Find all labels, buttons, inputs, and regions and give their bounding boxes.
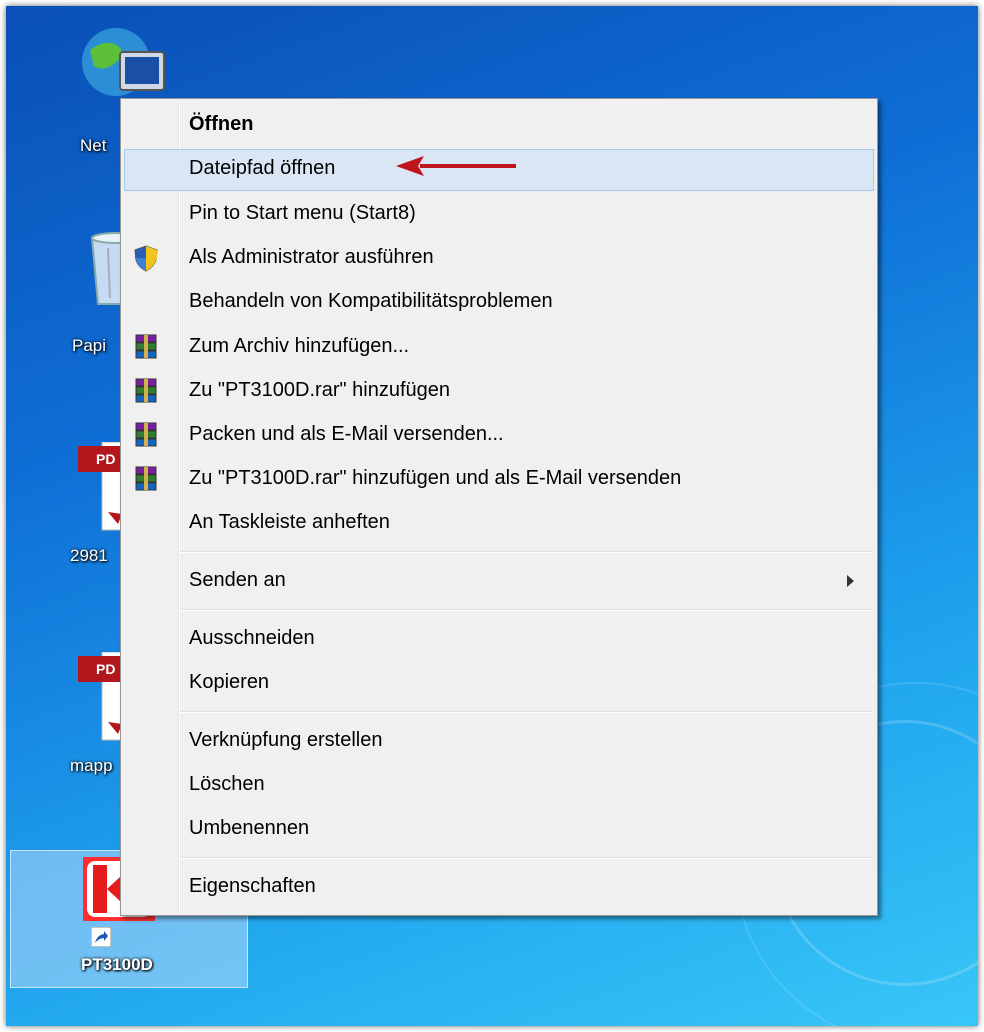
menu-item-label: Dateipfad öffnen [189, 157, 336, 179]
desktop-icon-label: Papi [72, 336, 107, 355]
menu-item-label: Eigenschaften [189, 875, 316, 897]
menu-item-label: Zum Archiv hinzufügen... [189, 335, 410, 357]
menu-item-label: Ausschneiden [189, 627, 315, 649]
menu-item-label: Zu "PT3100D.rar" hinzufügen [189, 379, 451, 401]
pdf-badge-text: PD [96, 661, 116, 677]
menu-item-label: Öffnen [189, 113, 254, 135]
menu-item-open[interactable]: Öffnen [124, 105, 874, 145]
menu-item-label: Als Administrator ausführen [189, 246, 434, 268]
menu-item-delete[interactable]: Löschen [124, 765, 874, 805]
menu-separator [180, 551, 872, 553]
winrar-icon [135, 466, 157, 491]
menu-item-pin-to-start[interactable]: Pin to Start menu (Start8) [124, 194, 874, 234]
menu-item-pin-to-taskbar[interactable]: An Taskleiste anheften [124, 503, 874, 543]
menu-item-label: An Taskleiste anheften [189, 511, 390, 533]
winrar-icon [135, 422, 157, 447]
menu-item-label: Senden an [189, 569, 286, 591]
menu-item-label: Pin to Start menu (Start8) [189, 202, 416, 224]
menu-separator [180, 711, 872, 713]
menu-item-label: Umbenennen [189, 817, 310, 839]
menu-item-cut[interactable]: Ausschneiden [124, 619, 874, 659]
desktop-icon-label: Net [80, 136, 107, 155]
menu-item-label: Verknüpfung erstellen [189, 729, 383, 751]
menu-item-rename[interactable]: Umbenennen [124, 809, 874, 849]
menu-separator [180, 609, 872, 611]
winrar-icon [135, 378, 157, 403]
menu-item-run-as-admin[interactable]: Als Administrator ausführen [124, 238, 874, 278]
menu-separator [180, 857, 872, 859]
shortcut-arrow-icon [91, 927, 111, 947]
context-menu: Öffnen Dateipfad öffnen Pin to Start men… [120, 98, 878, 916]
winrar-icon [135, 334, 157, 359]
uac-shield-icon [134, 245, 158, 272]
menu-item-properties[interactable]: Eigenschaften [124, 867, 874, 907]
desktop-icon-label: mapp [70, 756, 113, 775]
annotation-arrow-icon [396, 156, 516, 176]
network-icon [82, 28, 165, 96]
desktop-icon-label: PT3100D [81, 955, 153, 974]
menu-item-add-to-rar-and-email[interactable]: Zu "PT3100D.rar" hinzufügen und als E-Ma… [124, 459, 874, 499]
menu-item-label: Kopieren [189, 671, 270, 693]
menu-item-compress-and-email[interactable]: Packen und als E-Mail versenden... [124, 415, 874, 455]
menu-item-troubleshoot-compatibility[interactable]: Behandeln von Kompatibilitätsproblemen [124, 282, 874, 322]
menu-item-label: Löschen [189, 773, 265, 795]
menu-item-send-to[interactable]: Senden an [124, 561, 874, 601]
submenu-arrow-icon [847, 575, 854, 587]
menu-item-add-to-rar[interactable]: Zu "PT3100D.rar" hinzufügen [124, 371, 874, 411]
desktop-icon-label: 2981 [70, 546, 108, 565]
menu-item-label: Packen und als E-Mail versenden... [189, 423, 504, 445]
pdf-badge-text: PD [96, 451, 116, 467]
menu-item-label: Zu "PT3100D.rar" hinzufügen und als E-Ma… [189, 467, 682, 489]
menu-item-create-shortcut[interactable]: Verknüpfung erstellen [124, 721, 874, 761]
menu-item-add-to-archive[interactable]: Zum Archiv hinzufügen... [124, 327, 874, 367]
menu-item-copy[interactable]: Kopieren [124, 663, 874, 703]
menu-item-label: Behandeln von Kompatibilitätsproblemen [189, 290, 553, 312]
